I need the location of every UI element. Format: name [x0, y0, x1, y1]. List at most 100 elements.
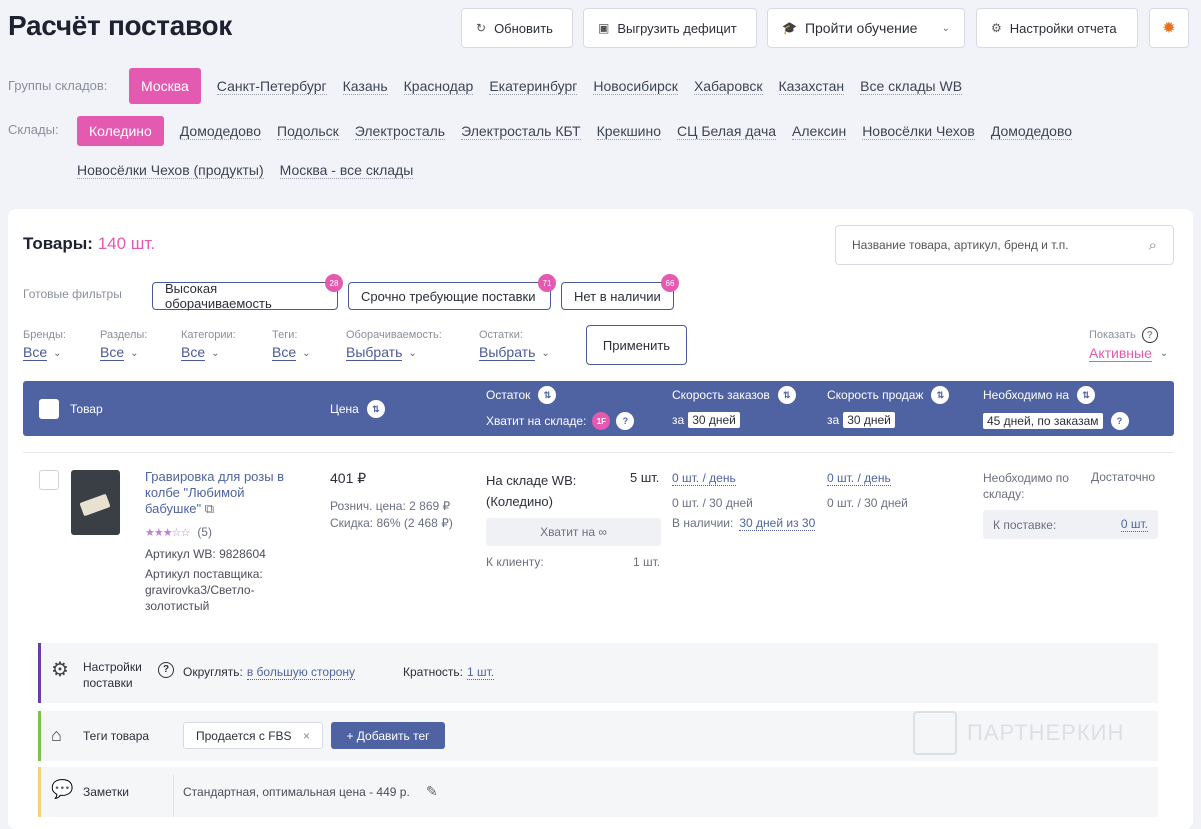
sections-filter[interactable]: Разделы: Все ⌄ [100, 329, 147, 361]
warehouse-chip-active[interactable]: Коледино [77, 116, 164, 146]
sort-icon: ⇅ [931, 386, 950, 404]
close-icon[interactable]: × [303, 729, 310, 743]
chevron-down-icon: ⌄ [1159, 348, 1169, 359]
warehouse-chip[interactable]: Домодедово [990, 123, 1073, 140]
group-chip[interactable]: Санкт-Петербург [216, 78, 327, 95]
watermark: ПАРТНЕРКИН [913, 711, 1124, 755]
orders-per-day[interactable]: 0 шт. / день [672, 471, 736, 486]
sales-per-30: 0 шт. / 30 дней [827, 496, 908, 510]
training-button[interactable]: 🎓 Пройти обучение ⌄ [767, 8, 965, 48]
brands-filter[interactable]: Бренды: Все ⌄ [23, 329, 66, 361]
rating: ★★★☆☆ (5) [145, 525, 212, 539]
multiplicity-setting: Кратность: 1 шт. [403, 665, 495, 680]
sort-icon: ⇅ [1077, 386, 1096, 404]
warehouse-groups: Москва Санкт-Петербург Казань Краснодар … [129, 68, 963, 104]
sort-icon: ⇅ [777, 386, 796, 404]
show-filter[interactable]: Показать? Активные ⌄ [1089, 327, 1168, 362]
external-link-icon[interactable]: ⧉ [205, 501, 214, 516]
gear-icon: ⚙ [991, 21, 1002, 35]
enough-status: Достаточно [1091, 470, 1156, 484]
warehouse-chip[interactable]: Подольск [277, 123, 339, 140]
product-image[interactable] [71, 470, 120, 535]
round-setting: Округлять: в большую сторону [183, 665, 356, 680]
supply-settings-panel: ⚙ Настройки поставки ? Округлять: в больш… [38, 643, 1158, 703]
watermark-logo-icon [913, 711, 957, 755]
warehouse-chip[interactable]: Электросталь [354, 123, 446, 140]
group-chip[interactable]: Казань [342, 78, 388, 95]
enough-box: Хватит на ∞ [486, 518, 661, 546]
chevron-down-icon: ⌄ [941, 22, 950, 34]
enough-badge: 1F [592, 412, 611, 430]
table-header: Товар Цена ⇅ Остаток ⇅ Хватит на складе: 1… [23, 381, 1174, 436]
col-price[interactable]: Цена ⇅ [330, 400, 385, 418]
help-icon: ? [1141, 327, 1158, 343]
group-chip[interactable]: Хабаровск [693, 78, 763, 95]
add-tag-button[interactable]: + Добавить тег [331, 722, 445, 749]
graduation-cap-icon: 🎓 [782, 21, 797, 35]
in-stock: В наличии: 30 дней из 30 [672, 516, 816, 531]
refresh-icon: ↻ [476, 21, 487, 35]
tag-chip[interactable]: Продается с FBS × [183, 722, 323, 749]
orders-per-30: 0 шт. / 30 дней [672, 496, 753, 510]
col-enough: Хватит на складе: 1F ? [486, 412, 635, 430]
chevron-down-icon: ⌄ [130, 347, 139, 359]
edit-icon[interactable]: ✎ [426, 783, 438, 800]
group-chip[interactable]: Казахстан [778, 78, 845, 95]
group-chip[interactable]: Краснодар [403, 78, 474, 95]
warehouses-row2: Новосёлки Чехов (продукты) Москва - все … [77, 162, 414, 179]
warehouse-chip[interactable]: Домодедово [179, 123, 261, 140]
chevron-down-icon: ⌄ [211, 347, 220, 359]
search-icon: ⌕ [1148, 236, 1157, 254]
discount: Скидка: 86% (2 468 ₽) [330, 516, 453, 530]
turnover-filter[interactable]: Оборачиваемость: Выбрать ⌄ [346, 329, 442, 361]
tags-filter[interactable]: Теги: Все ⌄ [272, 329, 311, 361]
to-client-value: 1 шт. [633, 555, 661, 569]
help-icon[interactable]: ? [616, 412, 635, 430]
product-name-link[interactable]: Гравировка для розы в колбе "Любимой баб… [145, 469, 290, 517]
needed-period[interactable]: 45 дней, по заказам? [983, 412, 1129, 430]
warehouse-chip[interactable]: Электросталь КБТ [461, 123, 581, 140]
sales-period[interactable]: за 30 дней [827, 412, 895, 428]
stock-filter[interactable]: Остатки: Выбрать ⌄ [479, 329, 550, 361]
categories-filter[interactable]: Категории: Все ⌄ [181, 329, 236, 361]
warehouse-chip[interactable]: Новосёлки Чехов (продукты) [77, 162, 264, 179]
filter-urgent-supply[interactable]: Срочно требующие поставки 71 [348, 274, 556, 310]
warehouse-chip[interactable]: Крекшино [596, 123, 662, 140]
col-sales-speed[interactable]: Скорость продаж ⇅ [827, 386, 950, 404]
warehouse-chip[interactable]: Новосёлки Чехов [862, 123, 975, 140]
help-icon[interactable]: ? [158, 660, 174, 678]
sales-per-day[interactable]: 0 шт. / день [827, 471, 891, 486]
article-supplier: Артикул поставщика: gravirovka3/Светло-з… [145, 567, 263, 613]
filter-high-turnover[interactable]: Высокая оборачиваемость 28 [152, 274, 343, 311]
group-chip[interactable]: Екатеринбург [489, 78, 578, 95]
group-chip-active[interactable]: Москва [129, 68, 201, 104]
need-by-warehouse: Необходимо по складу: [983, 471, 1069, 501]
group-chip[interactable]: Все склады WB [860, 78, 963, 95]
sort-icon: ⇅ [538, 386, 557, 404]
col-needed[interactable]: Необходимо на ⇅ [983, 386, 1096, 404]
count-badge: 28 [325, 274, 343, 292]
retail-price: Рознич. цена: 2 869 ₽ [330, 499, 451, 513]
count-badge: 66 [661, 274, 679, 292]
search-input[interactable]: Название товара, артикул, бренд и т.п. ⌕ [835, 225, 1174, 265]
chevron-down-icon: ⌄ [408, 347, 417, 359]
theme-toggle-button[interactable]: ✹ [1149, 8, 1189, 48]
to-supply-box: К поставке: 0 шт. [983, 510, 1158, 539]
warehouse-chip[interactable]: СЦ Белая дача [677, 123, 777, 140]
warehouse-chip[interactable]: Алексин [792, 123, 847, 140]
col-order-speed[interactable]: Скорость заказов ⇅ [672, 386, 796, 404]
report-settings-button[interactable]: ⚙ Настройки отчета [976, 8, 1138, 48]
export-deficit-button[interactable]: ▣ Выгрузить дефицит [583, 8, 757, 48]
row-checkbox[interactable] [39, 470, 59, 490]
refresh-button[interactable]: ↻ Обновить [461, 8, 573, 48]
select-all-checkbox[interactable] [39, 399, 59, 419]
chevron-down-icon: ⌄ [53, 347, 62, 359]
order-period[interactable]: за 30 дней [672, 412, 740, 428]
filter-out-of-stock[interactable]: Нет в наличии 66 [561, 274, 679, 310]
group-chip[interactable]: Новосибирск [593, 78, 678, 95]
sun-icon: ✹ [1162, 20, 1176, 37]
tags-label: Теги товара [83, 729, 150, 743]
warehouse-chip[interactable]: Москва - все склады [279, 162, 414, 179]
apply-button[interactable]: Применить [586, 325, 687, 365]
col-stock[interactable]: Остаток ⇅ [486, 386, 557, 404]
